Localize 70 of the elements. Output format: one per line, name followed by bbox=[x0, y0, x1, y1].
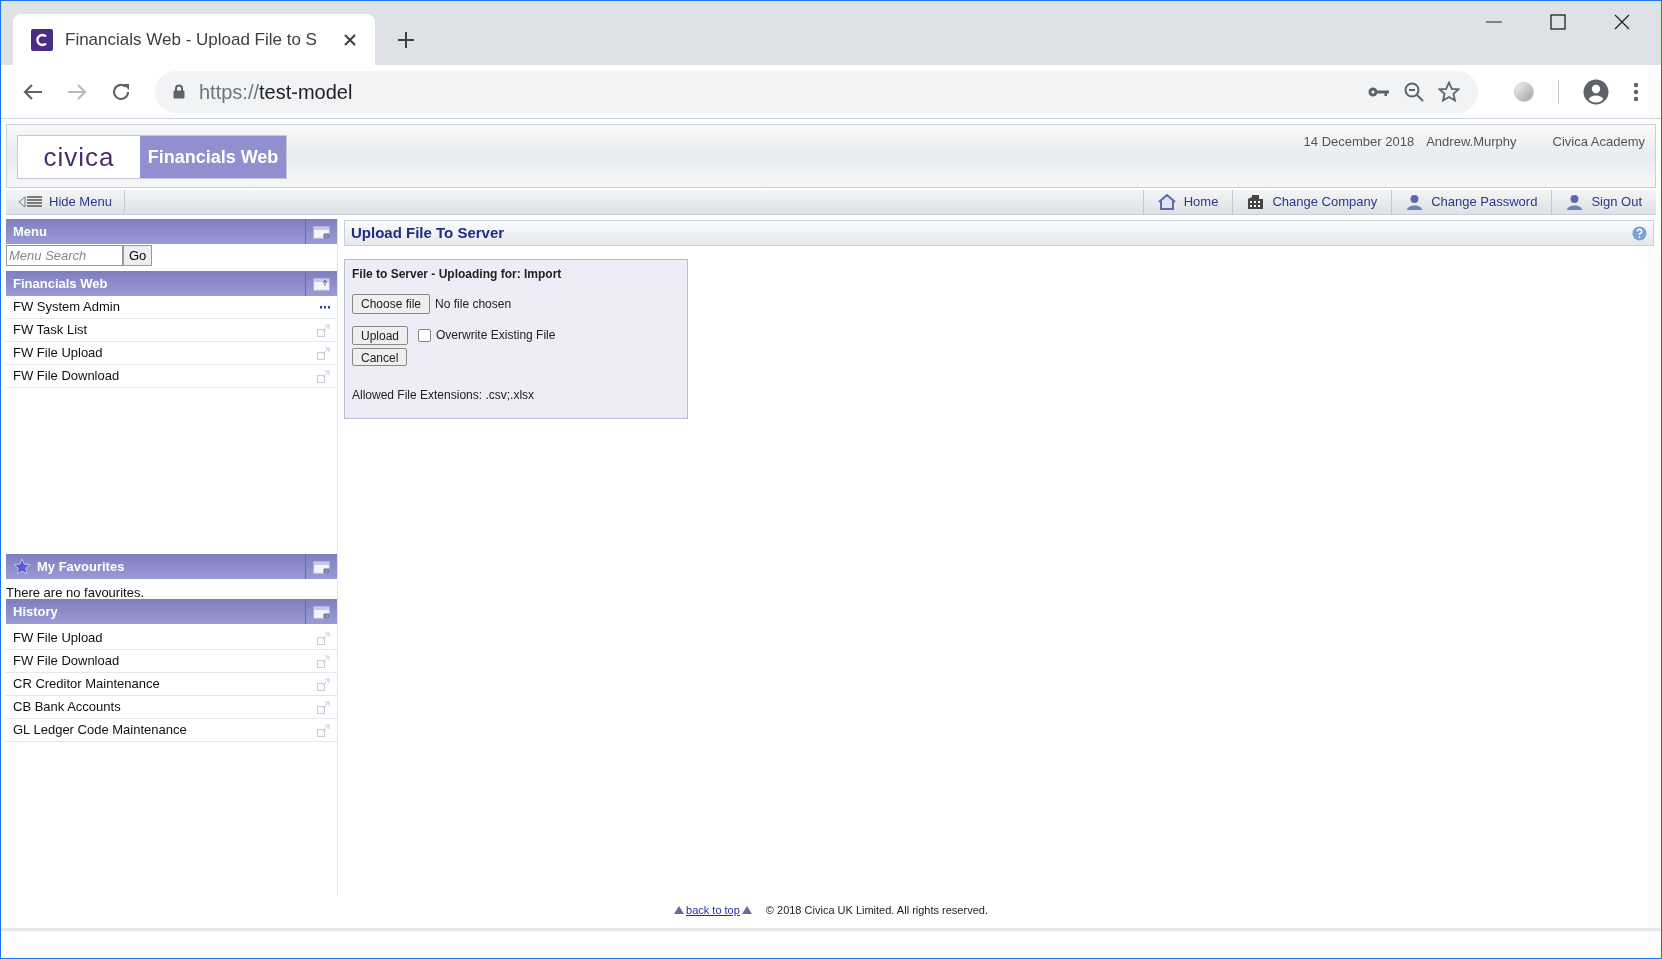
empty-message: There are no favourites. bbox=[6, 584, 146, 599]
file-status-text: No file chosen bbox=[435, 296, 512, 313]
panel-title: Financials Web bbox=[13, 274, 108, 293]
tab-title: Financials Web - Upload File to S bbox=[65, 28, 318, 51]
menu-item[interactable]: FW Task List bbox=[6, 319, 337, 342]
menu-item[interactable]: CB Bank Accounts bbox=[6, 696, 337, 719]
menu-item[interactable]: FW File Upload bbox=[6, 627, 337, 650]
choose-file-button[interactable]: Choose file bbox=[352, 294, 431, 314]
help-icon[interactable] bbox=[1632, 225, 1647, 241]
overwrite-checkbox[interactable] bbox=[418, 328, 432, 342]
account-icon[interactable] bbox=[1583, 78, 1609, 105]
upload-button[interactable]: Upload bbox=[352, 326, 409, 345]
address-bar[interactable]: https://test-model bbox=[155, 70, 1478, 113]
building-icon bbox=[1247, 194, 1265, 210]
maximize-icon[interactable] bbox=[1549, 13, 1567, 31]
copyright-text: © 2018 Civica UK Limited. All rights reserved. bbox=[765, 902, 988, 918]
menu-item[interactable]: FW System Admin bbox=[6, 296, 337, 319]
nav-link[interactable]: Sign Out bbox=[1551, 190, 1656, 214]
nav-link[interactable]: Change Password bbox=[1391, 190, 1552, 214]
panel-title: My Favourites bbox=[37, 557, 125, 576]
user-icon bbox=[1406, 194, 1424, 210]
close-icon[interactable] bbox=[1613, 13, 1631, 31]
folder-icon[interactable] bbox=[312, 276, 331, 291]
company-name: Civica Academy bbox=[1552, 133, 1645, 151]
forward-arrow-icon[interactable] bbox=[67, 82, 87, 101]
menu-item[interactable]: GL Ledger Code Maintenance bbox=[6, 719, 337, 742]
extension-icon[interactable] bbox=[1514, 81, 1534, 102]
zoom-out-icon[interactable] bbox=[1404, 81, 1424, 102]
civica-wordmark: civica bbox=[18, 136, 140, 178]
menu-item[interactable]: FW File Download bbox=[6, 650, 337, 673]
up-triangle-icon bbox=[674, 905, 685, 914]
checkbox-label: Overwrite Existing File bbox=[436, 327, 556, 344]
window-icon[interactable] bbox=[312, 604, 331, 619]
allowed-extensions-text: Allowed File Extensions: .csv;.xlsx bbox=[352, 387, 536, 404]
panel-title: Menu bbox=[13, 222, 47, 241]
more-icon[interactable] bbox=[320, 305, 330, 309]
url-text: https://test-model bbox=[199, 79, 354, 105]
menu-item[interactable]: CR Creditor Maintenance bbox=[6, 673, 337, 696]
date-text: 14 December 2018 bbox=[1303, 133, 1415, 151]
lock-icon bbox=[173, 84, 185, 99]
reload-icon[interactable] bbox=[111, 81, 131, 102]
hide-menu-button[interactable]: Hide Menu bbox=[6, 190, 125, 214]
menu-search-field[interactable]: Menu Search bbox=[6, 245, 123, 266]
go-button[interactable]: Go bbox=[123, 245, 153, 266]
browser-tab[interactable]: Financials Web - Upload File to S bbox=[13, 14, 375, 65]
nav-link[interactable]: Change Company bbox=[1232, 190, 1392, 214]
new-tab-icon[interactable] bbox=[397, 31, 415, 49]
key-icon[interactable] bbox=[1368, 85, 1390, 98]
cancel-button[interactable]: Cancel bbox=[352, 348, 408, 366]
product-name: Financials Web bbox=[140, 136, 286, 178]
site-favicon-icon bbox=[31, 28, 53, 51]
more-menu-icon[interactable] bbox=[1633, 81, 1639, 102]
up-triangle-icon bbox=[741, 905, 752, 914]
close-icon[interactable] bbox=[343, 32, 357, 47]
window-icon[interactable] bbox=[312, 559, 331, 574]
collapse-menu-icon bbox=[18, 195, 43, 209]
back-arrow-icon[interactable] bbox=[23, 82, 43, 101]
star-icon[interactable] bbox=[1438, 81, 1460, 102]
panel-title: History bbox=[13, 602, 58, 621]
nav-link[interactable]: Home bbox=[1142, 190, 1233, 214]
window-icon[interactable] bbox=[312, 224, 331, 239]
panel-heading: File to Server - Uploading for: Import bbox=[352, 266, 563, 283]
star-icon bbox=[13, 558, 31, 575]
menu-item[interactable]: FW File Download bbox=[6, 365, 337, 388]
back-to-top-link[interactable]: back to top bbox=[674, 901, 752, 918]
user-name: Andrew.Murphy bbox=[1426, 133, 1517, 151]
menu-item[interactable]: FW File Upload bbox=[6, 342, 337, 365]
page-title: Upload File To Server bbox=[351, 222, 505, 243]
user-icon bbox=[1566, 194, 1584, 210]
home-icon bbox=[1157, 194, 1176, 210]
